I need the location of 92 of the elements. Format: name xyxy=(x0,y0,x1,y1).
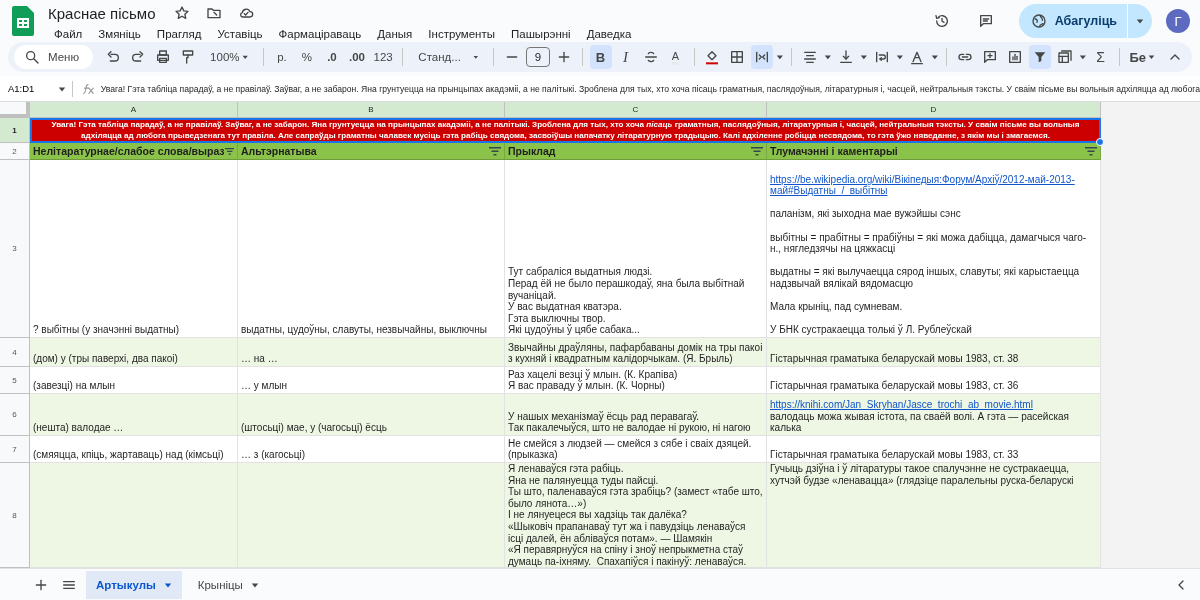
notice-cell[interactable]: Увага! Гэта табліца парадаў, а не правілаў. Заўваг, а не забарон. Яна грунтуецца на прынцыпах акадэміі, а не палітыкі. Зроблена для тых, хто хоча пісаць граматныя, паслядоўныя, літаратурныя і, часцей, нейтральныя тэксты. У сваім пісьме вы вольныя адхіляцца ад любога прыведзенага тут правіла. Але сапраўды граматны чалавек мусіць гэта рабіць свядома, засвоіўшы напачатку літаратурную традыцыю. Калі адхіленне робіцца несвядома, то гэта ўжо няведанне, з якім мы і змагаемся. xyxy=(30,118,1101,143)
table-cell[interactable]: (штосьці) мае, у (чагосьці) ёсць xyxy=(238,394,505,436)
caret-icon xyxy=(824,53,832,61)
filter-icon[interactable] xyxy=(1028,45,1051,69)
table-cell[interactable] xyxy=(30,463,238,568)
column-header[interactable]: B xyxy=(238,102,505,118)
font-size-field[interactable]: 9 xyxy=(526,47,550,67)
caret-icon xyxy=(57,84,66,93)
caret-icon xyxy=(776,53,785,61)
table-cell[interactable]: У нашых механізмаў ёсць рад перавагаў. Так пакалечыўся, што не валодае ні рукою, ні нагою xyxy=(505,394,767,436)
row-header[interactable]: 6 xyxy=(0,394,30,436)
row-header[interactable]: 7 xyxy=(0,436,30,463)
merge-cells-icon[interactable] xyxy=(751,45,774,69)
currency-button[interactable]: р. xyxy=(270,45,293,69)
percent-button[interactable]: % xyxy=(295,45,318,69)
caret-icon xyxy=(1078,53,1087,61)
search-icon xyxy=(24,49,40,65)
caret-icon xyxy=(1148,53,1156,61)
table-cell[interactable]: Звычайны драўляны, пафарбаваны домік на тры пакоі з кухняй і квадратным калідорчыкам. (Я. Брыль) xyxy=(505,338,767,367)
row-header[interactable]: 1 xyxy=(0,118,30,143)
share-button[interactable]: Абагуліць xyxy=(1018,4,1152,38)
table-cell[interactable]: ? выбітны (у значэнні выдатны) xyxy=(30,160,238,338)
table-cell[interactable]: Гістарычная граматыка беларускай мовы 1983, ст. 38 xyxy=(767,338,1101,367)
row-header[interactable]: 3 xyxy=(0,160,30,338)
table-cell[interactable]: (дом) у (тры паверхі, два пакоі) xyxy=(30,338,238,367)
filter-icon[interactable] xyxy=(489,146,501,156)
menu-item[interactable]: Прагляд xyxy=(150,27,208,41)
menu-search-field[interactable]: Меню xyxy=(14,45,94,69)
document-title[interactable]: Краснае пісьмо xyxy=(48,4,156,22)
table-cell[interactable]: Гістарычная граматыка беларускай мовы 1983, ст. 33 xyxy=(767,436,1101,463)
table-cell[interactable]: Раз хацелі везці ў млын. (К. Крапіва) Я вас праваду ў млын. (К. Чорны) xyxy=(505,367,767,394)
table-cell[interactable]: (завезці) на млын xyxy=(30,367,238,394)
cell-link[interactable]: https://be.wikipedia.org/wiki/Вікіпедыя:Форум/Архіў/2012-май-2013-май#Выдатны_/_выбітны xyxy=(770,173,1097,197)
table-cell[interactable]: Я ленаваўся гэта рабіць. Яна не палянуецца туды пайсці. Ты што, паленаваўся гэта зрабіць? (замест «табе што, было лянота…») І не лянуецеся вы хадзіць так далёка? «Шыковіч прапанаваў тут жа і павудзіць ленаваўся ісці далей, ён абліваўся потам». — Шамякін «Я перавярнуўся на спіну і зноў непрыкметна стаў думаць па-іхняму. Спахапіўся і пакінуў: ленаваўся. xyxy=(505,463,767,568)
menu-item[interactable]: Уставіць xyxy=(211,27,269,41)
column-header[interactable]: A xyxy=(30,102,238,118)
functions-button[interactable]: Σ xyxy=(1089,45,1112,69)
row-header[interactable]: 4 xyxy=(0,338,30,367)
number-format-button[interactable]: 123 xyxy=(370,45,396,69)
sheets-logo[interactable] xyxy=(12,6,34,36)
column-header[interactable]: D xyxy=(767,102,1101,118)
caret-icon xyxy=(931,53,939,61)
caret-icon xyxy=(1136,17,1144,25)
caret-icon xyxy=(250,580,259,589)
menu-item[interactable]: Файл xyxy=(48,27,89,41)
account-avatar[interactable]: Г xyxy=(1166,9,1190,33)
table-cell[interactable] xyxy=(238,463,505,568)
table-cell[interactable]: Гучыць дзіўна і ў літаратуры такое спалучэнне не сустракаецца, хутчэй будзе «ленавацца» (глядзіце паралельны руска-беларускі xyxy=(767,463,1101,568)
decrease-decimals-button[interactable]: .0 xyxy=(320,45,343,69)
input-tools-button[interactable]: Бе xyxy=(1126,45,1159,69)
zoom-dropdown[interactable]: 100% xyxy=(202,45,256,69)
menu-item[interactable]: Пашырэнні xyxy=(505,27,577,41)
filter-icon[interactable] xyxy=(1085,146,1097,156)
caret-icon xyxy=(859,53,868,61)
cell-text[interactable]: паланізм, які зыходна мае вужэйшы сэнс выбітны = прабітны = прабіўны = які можа дабіцца, дамагчыся чаго-н., нягледзячы на цяжкасці выдатны = які вылучаецца сярод іншых, славуты; які карыстаецца надзвычай вялікай вядомасцю Мала крыніц, пад сумневам. У БНК сустракаецца толькі ў Л. Рублеўскай xyxy=(770,196,1097,336)
name-box[interactable]: A1:D1 xyxy=(0,80,73,97)
filter-icon[interactable] xyxy=(224,146,234,156)
column-header[interactable]: C xyxy=(505,102,767,118)
font-dropdown[interactable]: Станд... xyxy=(410,45,487,69)
menu-item[interactable]: Фармаціраваць xyxy=(272,27,368,41)
row-header[interactable]: 2 xyxy=(0,143,30,160)
cell-text[interactable]: валодаць можа жывая істота, па сваёй волі. А гэта — расейская калька xyxy=(770,410,1097,434)
caret-icon xyxy=(472,53,479,61)
menu-item[interactable]: Даныя xyxy=(371,27,419,41)
table-cell[interactable]: Гістарычная граматыка беларускай мовы 1983, ст. 36 xyxy=(767,367,1101,394)
caret-icon xyxy=(163,580,172,589)
menu-item[interactable]: Змяніць xyxy=(92,27,147,41)
table-cell[interactable]: Тут сабраліся выдатныя людзі. Перад ёй не было перашкодаў, яна была выбітнай вучаніцай. У вас выдатная кватэра. Гэта выключны твор. Які цудоўны ў цябе сабака... xyxy=(505,160,767,338)
header-cell[interactable]: Прыклад xyxy=(508,145,556,157)
row-header[interactable]: 8 xyxy=(0,463,30,568)
menu-item[interactable]: Даведка xyxy=(580,27,638,41)
italic-button[interactable]: I xyxy=(614,45,637,69)
text-color-button[interactable]: A xyxy=(664,45,687,69)
bold-button[interactable]: B xyxy=(589,45,612,69)
table-cell[interactable]: (смяяцца, кпіць, жартаваць) над (кімсьці) xyxy=(30,436,238,463)
increase-decimals-button[interactable]: .00 xyxy=(345,45,368,69)
globe-icon xyxy=(1030,13,1047,29)
sheet-tab[interactable]: Артыкулы xyxy=(86,570,182,599)
table-cell[interactable]: … на … xyxy=(238,338,505,367)
table-cell[interactable]: Не смейся з людзей — смейся з сябе і сваіх дзяцей. (прыказка) xyxy=(505,436,767,463)
row-header[interactable]: 5 xyxy=(0,367,30,394)
table-cell[interactable]: выдатны, цудоўны, славуты, незвычайны, выключны xyxy=(238,160,505,338)
table-cell[interactable]: … з (кагосьці) xyxy=(238,436,505,463)
table-cell[interactable]: (нешта) валодае … xyxy=(30,394,238,436)
sheet-tab[interactable]: Крыніцы xyxy=(187,570,269,599)
caret-icon xyxy=(241,53,248,61)
filter-icon[interactable] xyxy=(751,146,763,156)
table-cell[interactable]: … у млын xyxy=(238,367,505,394)
cell-link[interactable]: https://knihi.com/Jan_Skryhan/Jasce_trochi_ab_movie.html xyxy=(770,399,1097,411)
caret-icon xyxy=(895,53,904,61)
formula-text[interactable]: Увага! Гэта табліца парадаў, а не правілаў. Заўваг, а не забарон. Яна грунтуецца на прынцыпах акадэміі, а не палітыкі. Зроблена для тых, хто хоча пісаць граматныя, паслядоўныя, літаратурныя і, часцей, нейтральныя тэксты. У сваім пісьме вы вольныя адхіляцца ад любога xyxy=(100,83,1200,94)
menu-item[interactable]: Інструменты xyxy=(422,27,501,41)
